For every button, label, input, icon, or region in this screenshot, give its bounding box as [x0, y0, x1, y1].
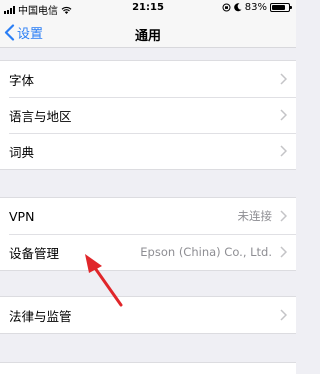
row-language-region[interactable]: 语言与地区 [0, 97, 296, 133]
battery-level [272, 5, 286, 10]
row-device-management[interactable]: 设备管理 Epson (China) Co., Ltd. [0, 234, 296, 270]
settings-group-3: 法律与监管 [0, 296, 296, 334]
chevron-right-icon [280, 73, 287, 85]
status-right: 83% [222, 2, 292, 13]
chevron-right-icon [280, 109, 287, 121]
page-title: 通用 [134, 29, 161, 44]
navigation-bar: 设置 通用 [0, 18, 296, 48]
row-label: 字体 [9, 72, 35, 88]
row-label: 法律与监管 [9, 308, 72, 324]
chevron-right-icon [280, 145, 287, 157]
device-management-profile: Epson (China) Co., Ltd. [140, 245, 272, 259]
battery-percent: 83% [244, 2, 267, 13]
row-label: VPN [9, 208, 35, 224]
settings-group-1: 字体 语言与地区 词典 [0, 60, 296, 170]
row-label: 词典 [9, 144, 35, 160]
row-label: 设备管理 [9, 245, 60, 261]
row-label: 语言与地区 [9, 108, 72, 124]
orientation-lock-icon [222, 3, 231, 12]
chevron-right-icon [280, 210, 287, 222]
chevron-right-icon [280, 309, 287, 321]
screen: 中国电信 21:15 83% 设置 通用 字体 语言与地区 词典 VPN 未连接… [0, 0, 296, 374]
settings-group-4 [0, 362, 296, 374]
row-dictionary[interactable]: 词典 [0, 133, 296, 169]
row-vpn[interactable]: VPN 未连接 [0, 198, 296, 234]
settings-group-2: VPN 未连接 设备管理 Epson (China) Co., Ltd. [0, 197, 296, 271]
moon-icon [233, 3, 242, 12]
vpn-status: 未连接 [237, 209, 273, 223]
row-fonts[interactable]: 字体 [0, 61, 296, 97]
status-bar: 中国电信 21:15 83% [0, 0, 296, 18]
battery-icon [270, 3, 292, 12]
row-legal-regulatory[interactable]: 法律与监管 [0, 297, 296, 333]
chevron-right-icon [280, 246, 287, 258]
